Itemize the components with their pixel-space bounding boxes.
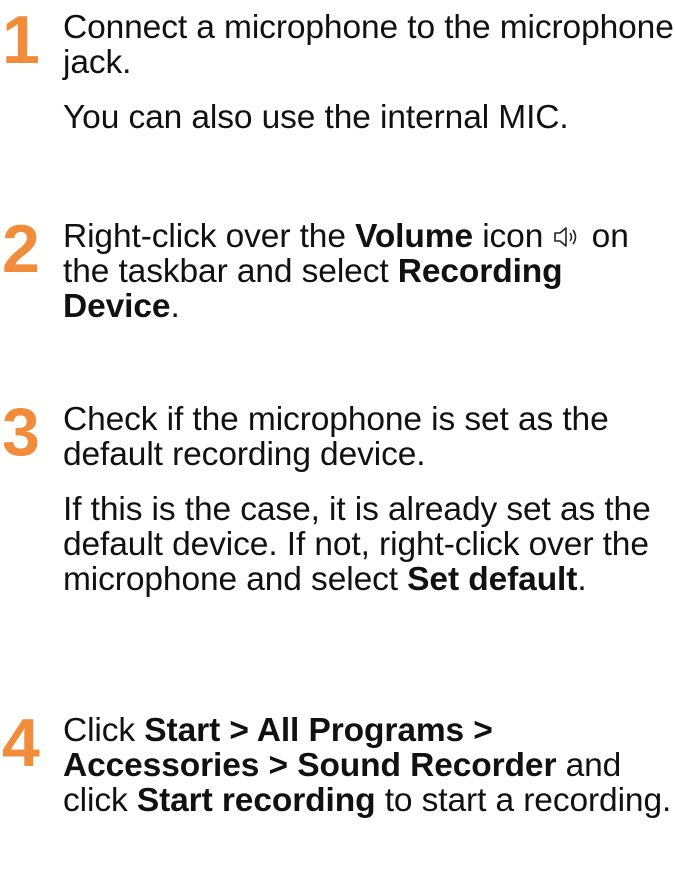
step-number: 4 xyxy=(2,705,40,781)
step-instruction: Check if the microphone is set as the de… xyxy=(63,401,609,473)
start-recording-label: Start recording xyxy=(136,782,376,819)
volume-label: Volume xyxy=(355,218,473,255)
step-body: Right-click over the Volume icon on the … xyxy=(63,219,675,324)
step-number: 3 xyxy=(2,394,40,470)
step-body: Connect a microphone to the microphone j… xyxy=(63,10,675,135)
step-note: If this is the case, it is already set a… xyxy=(63,491,651,598)
speaker-volume-icon xyxy=(552,222,582,248)
step-number: 2 xyxy=(2,211,40,287)
step-instruction: Right-click over the Volume icon on the … xyxy=(63,218,629,325)
step-instruction: Connect a microphone to the microphone j… xyxy=(63,9,674,81)
step-number: 1 xyxy=(2,2,40,78)
step-body: Check if the microphone is set as the de… xyxy=(63,402,675,597)
step-instruction: Click Start > All Programs > Accessories… xyxy=(63,712,672,819)
step-body: Click Start > All Programs > Accessories… xyxy=(63,713,675,818)
step-note: You can also use the internal MIC. xyxy=(63,99,569,136)
set-default-label: Set default xyxy=(407,561,578,598)
